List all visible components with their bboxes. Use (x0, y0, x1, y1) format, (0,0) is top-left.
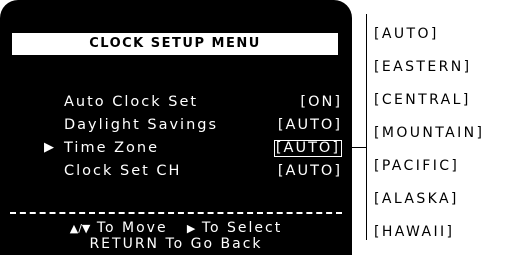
option-mountain: [MOUNTAIN] (374, 125, 485, 141)
row-value: [AUTO] (277, 117, 342, 133)
row-label: Auto Clock Set (64, 94, 199, 110)
menu-title: CLOCK SETUP MENU (12, 33, 338, 55)
selection-pointer-icon: ▶ (44, 140, 56, 155)
up-down-arrows-icon: ▲/▼ (69, 222, 91, 235)
row-label: Time Zone (64, 140, 160, 156)
hint-move-text: To Move (96, 220, 168, 236)
navigation-hint: ▲/▼ To Move ▶ To Select (0, 220, 352, 237)
row-label: Clock Set CH (64, 163, 182, 179)
clock-setup-menu-screen: CLOCK SETUP MENU Auto Clock Set [ON] Day… (0, 0, 352, 255)
row-value: [AUTO] (277, 163, 342, 179)
option-pacific: [PACIFIC] (374, 158, 460, 174)
option-central: [CENTRAL] (374, 92, 471, 108)
options-bracket-line (366, 14, 367, 240)
option-auto: [AUTO] (374, 26, 439, 42)
row-value: [ON] (300, 94, 342, 110)
option-hawaii: [HAWAII] (374, 224, 455, 240)
right-arrow-icon: ▶ (186, 222, 196, 235)
options-connector-line (348, 147, 367, 148)
row-value-selected: [AUTO] (273, 140, 342, 157)
menu-row-clock-set-ch[interactable]: Clock Set CH [AUTO] (0, 162, 352, 180)
option-alaska: [ALASKA] (374, 191, 459, 207)
menu-row-time-zone[interactable]: ▶ Time Zone [AUTO] (0, 139, 352, 157)
dashed-divider (10, 212, 342, 214)
return-hint: RETURN To Go Back (89, 236, 263, 252)
hint-select-text: To Select (201, 220, 283, 236)
option-eastern: [EASTERN] (374, 59, 472, 75)
menu-row-daylight-savings[interactable]: Daylight Savings [AUTO] (0, 116, 352, 134)
menu-row-auto-clock-set[interactable]: Auto Clock Set [ON] (0, 93, 352, 111)
row-label: Daylight Savings (64, 117, 219, 133)
